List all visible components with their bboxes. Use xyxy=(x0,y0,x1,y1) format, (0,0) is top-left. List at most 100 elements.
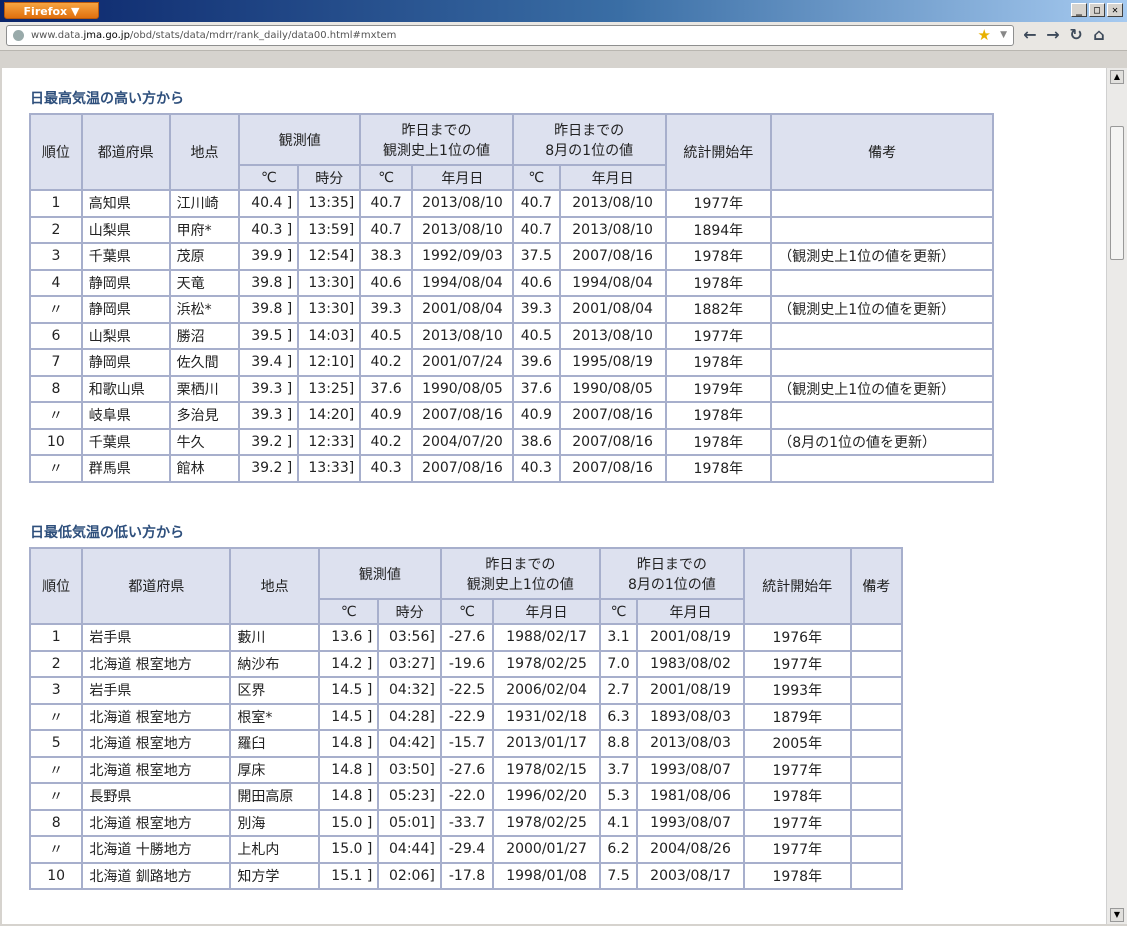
record-temp-cell: -27.6 xyxy=(439,755,495,784)
pref-cell: 静岡県 xyxy=(80,295,171,324)
aug-temp-cell: 40.9 xyxy=(511,401,561,430)
temp-cell: 39.2 ] xyxy=(238,454,300,483)
pref-cell: 静岡県 xyxy=(80,268,171,297)
record-date-cell: 1990/08/05 xyxy=(411,374,514,403)
remarks-cell xyxy=(849,861,904,890)
header-pref: 都道府県 xyxy=(81,547,232,625)
remarks-cell xyxy=(849,676,904,705)
temp-cell: 14.5 ] xyxy=(317,702,380,731)
nav-buttons: ← → ↻ ⌂ xyxy=(1022,26,1107,44)
station-cell: 牛久 xyxy=(168,427,241,456)
scroll-up-icon[interactable]: ▲ xyxy=(1110,70,1124,84)
record-date-cell: 1931/02/18 xyxy=(492,702,601,731)
forward-icon[interactable]: → xyxy=(1045,26,1061,44)
start-year-cell: 1978年 xyxy=(664,427,773,456)
remarks-cell xyxy=(770,321,994,350)
header-start-year: 統計開始年 xyxy=(664,113,773,191)
rank-cell: 4 xyxy=(29,268,83,297)
header-rank: 順位 xyxy=(28,547,84,625)
record-date-cell: 1978/02/25 xyxy=(492,808,601,837)
time-cell: 05:23] xyxy=(377,782,442,811)
table-row: 5 北海道 根室地方 羅臼 14.8 ] 04:42] -15.7 2013/01/17 8.… xyxy=(28,729,904,758)
station-cell: 別海 xyxy=(229,808,320,837)
table-row: 〃群馬県 館林 39.2 ] 13:33] 40.3 2007/08/16 40.3 2007… xyxy=(29,454,994,483)
start-year-cell: 1977年 xyxy=(742,808,852,837)
aug-date-cell: 1993/08/07 xyxy=(636,755,745,784)
start-year-cell: 1879年 xyxy=(742,702,852,731)
bookmark-star-icon[interactable]: ★ xyxy=(978,26,991,45)
record-date-cell: 1998/01/08 xyxy=(492,861,601,890)
table-row: 10 千葉県 牛久 39.2 ] 12:33] 40.2 2004/07/20 38.6 200… xyxy=(29,427,994,456)
temp-cell: 14.8 ] xyxy=(317,729,380,758)
record-temp-cell: -29.4 xyxy=(439,835,495,864)
record-date-cell: 2001/08/04 xyxy=(411,295,514,324)
url-bar[interactable]: www.data.jma.go.jp/obd/stats/data/mdrr/r… xyxy=(6,25,1014,46)
remarks-cell xyxy=(770,215,994,244)
remarks-cell xyxy=(770,348,994,377)
rank-cell: 5 xyxy=(28,729,84,758)
remarks-cell xyxy=(849,702,904,731)
aug-temp-cell: 37.6 xyxy=(511,374,561,403)
scroll-thumb[interactable] xyxy=(1110,126,1124,260)
record-date-cell: 2013/01/17 xyxy=(492,729,601,758)
window-titlebar: Firefox ▼ _ □ ✕ xyxy=(0,0,1127,22)
header-record-aug: 昨日までの 8月の1位の値 xyxy=(598,547,745,600)
station-cell: 館林 xyxy=(168,454,241,483)
station-cell: 納沙布 xyxy=(229,649,320,678)
time-cell: 02:06] xyxy=(377,861,442,890)
record-temp-cell: 38.3 xyxy=(359,242,414,271)
temp-cell: 39.2 ] xyxy=(238,427,300,456)
min-temp-table: 順位 都道府県 地点 観測値 昨日までの 観測史上1位の値 昨日までの 8月の1位の… xyxy=(28,547,904,890)
start-year-cell: 1882年 xyxy=(664,295,773,324)
scroll-down-icon[interactable]: ▼ xyxy=(1110,908,1124,922)
back-icon[interactable]: ← xyxy=(1022,26,1038,44)
rank-cell: 1 xyxy=(29,189,83,218)
rank-cell: 〃 xyxy=(28,835,84,864)
remarks-cell xyxy=(849,835,904,864)
time-cell: 03:50] xyxy=(377,755,442,784)
remarks-cell xyxy=(849,649,904,678)
time-cell: 13:33] xyxy=(297,454,362,483)
rank-cell: 8 xyxy=(29,374,83,403)
remarks-cell: （8月の1位の値を更新） xyxy=(770,427,994,456)
station-cell: 江川崎 xyxy=(168,189,241,218)
time-cell: 12:10] xyxy=(297,348,362,377)
header-date: 年月日 xyxy=(492,598,601,625)
header-unit: ℃ xyxy=(598,598,639,625)
temp-cell: 15.0 ] xyxy=(317,835,380,864)
aug-date-cell: 2007/08/16 xyxy=(558,454,667,483)
aug-date-cell: 1990/08/05 xyxy=(558,374,667,403)
aug-date-cell: 2013/08/10 xyxy=(558,321,667,350)
reload-icon[interactable]: ↻ xyxy=(1068,26,1084,44)
minimize-button[interactable]: _ xyxy=(1071,3,1087,17)
temp-cell: 39.8 ] xyxy=(238,295,300,324)
record-date-cell: 1992/09/03 xyxy=(411,242,514,271)
pref-cell: 千葉県 xyxy=(80,242,171,271)
header-date: 年月日 xyxy=(411,164,514,191)
firefox-menu-button[interactable]: Firefox ▼ xyxy=(4,2,99,19)
table-row: 7 静岡県 佐久間 39.4 ] 12:10] 40.2 2001/07/24 39.6 199… xyxy=(29,348,994,377)
aug-temp-cell: 3.1 xyxy=(598,623,639,652)
station-cell: 根室* xyxy=(229,702,320,731)
record-temp-cell: 40.5 xyxy=(359,321,414,350)
header-rank: 順位 xyxy=(29,113,83,191)
pref-cell: 北海道 根室地方 xyxy=(81,808,232,837)
station-cell: 上札内 xyxy=(229,835,320,864)
close-button[interactable]: ✕ xyxy=(1107,3,1123,17)
aug-date-cell: 2001/08/19 xyxy=(636,676,745,705)
home-icon[interactable]: ⌂ xyxy=(1091,26,1107,44)
table-row: 〃北海道 十勝地方 上札内 15.0 ] 04:44] -29.4 2000/01/27 6… xyxy=(28,835,904,864)
table-row: 4 静岡県 天竜 39.8 ] 13:30] 40.6 1994/08/04 40.6 1994… xyxy=(29,268,994,297)
start-year-cell: 1978年 xyxy=(664,348,773,377)
url-prefix: www.data. xyxy=(31,30,84,41)
rank-cell: 8 xyxy=(28,808,84,837)
station-cell: 羅臼 xyxy=(229,729,320,758)
start-year-cell: 1978年 xyxy=(742,861,852,890)
aug-temp-cell: 40.5 xyxy=(511,321,561,350)
rank-cell: 10 xyxy=(29,427,83,456)
maximize-button[interactable]: □ xyxy=(1089,3,1105,17)
start-year-cell: 1977年 xyxy=(742,835,852,864)
header-record-all: 昨日までの 観測史上1位の値 xyxy=(439,547,601,600)
url-dropdown-icon[interactable]: ▼ xyxy=(1000,26,1007,45)
vertical-scrollbar[interactable]: ▲ ▼ xyxy=(1106,68,1127,924)
